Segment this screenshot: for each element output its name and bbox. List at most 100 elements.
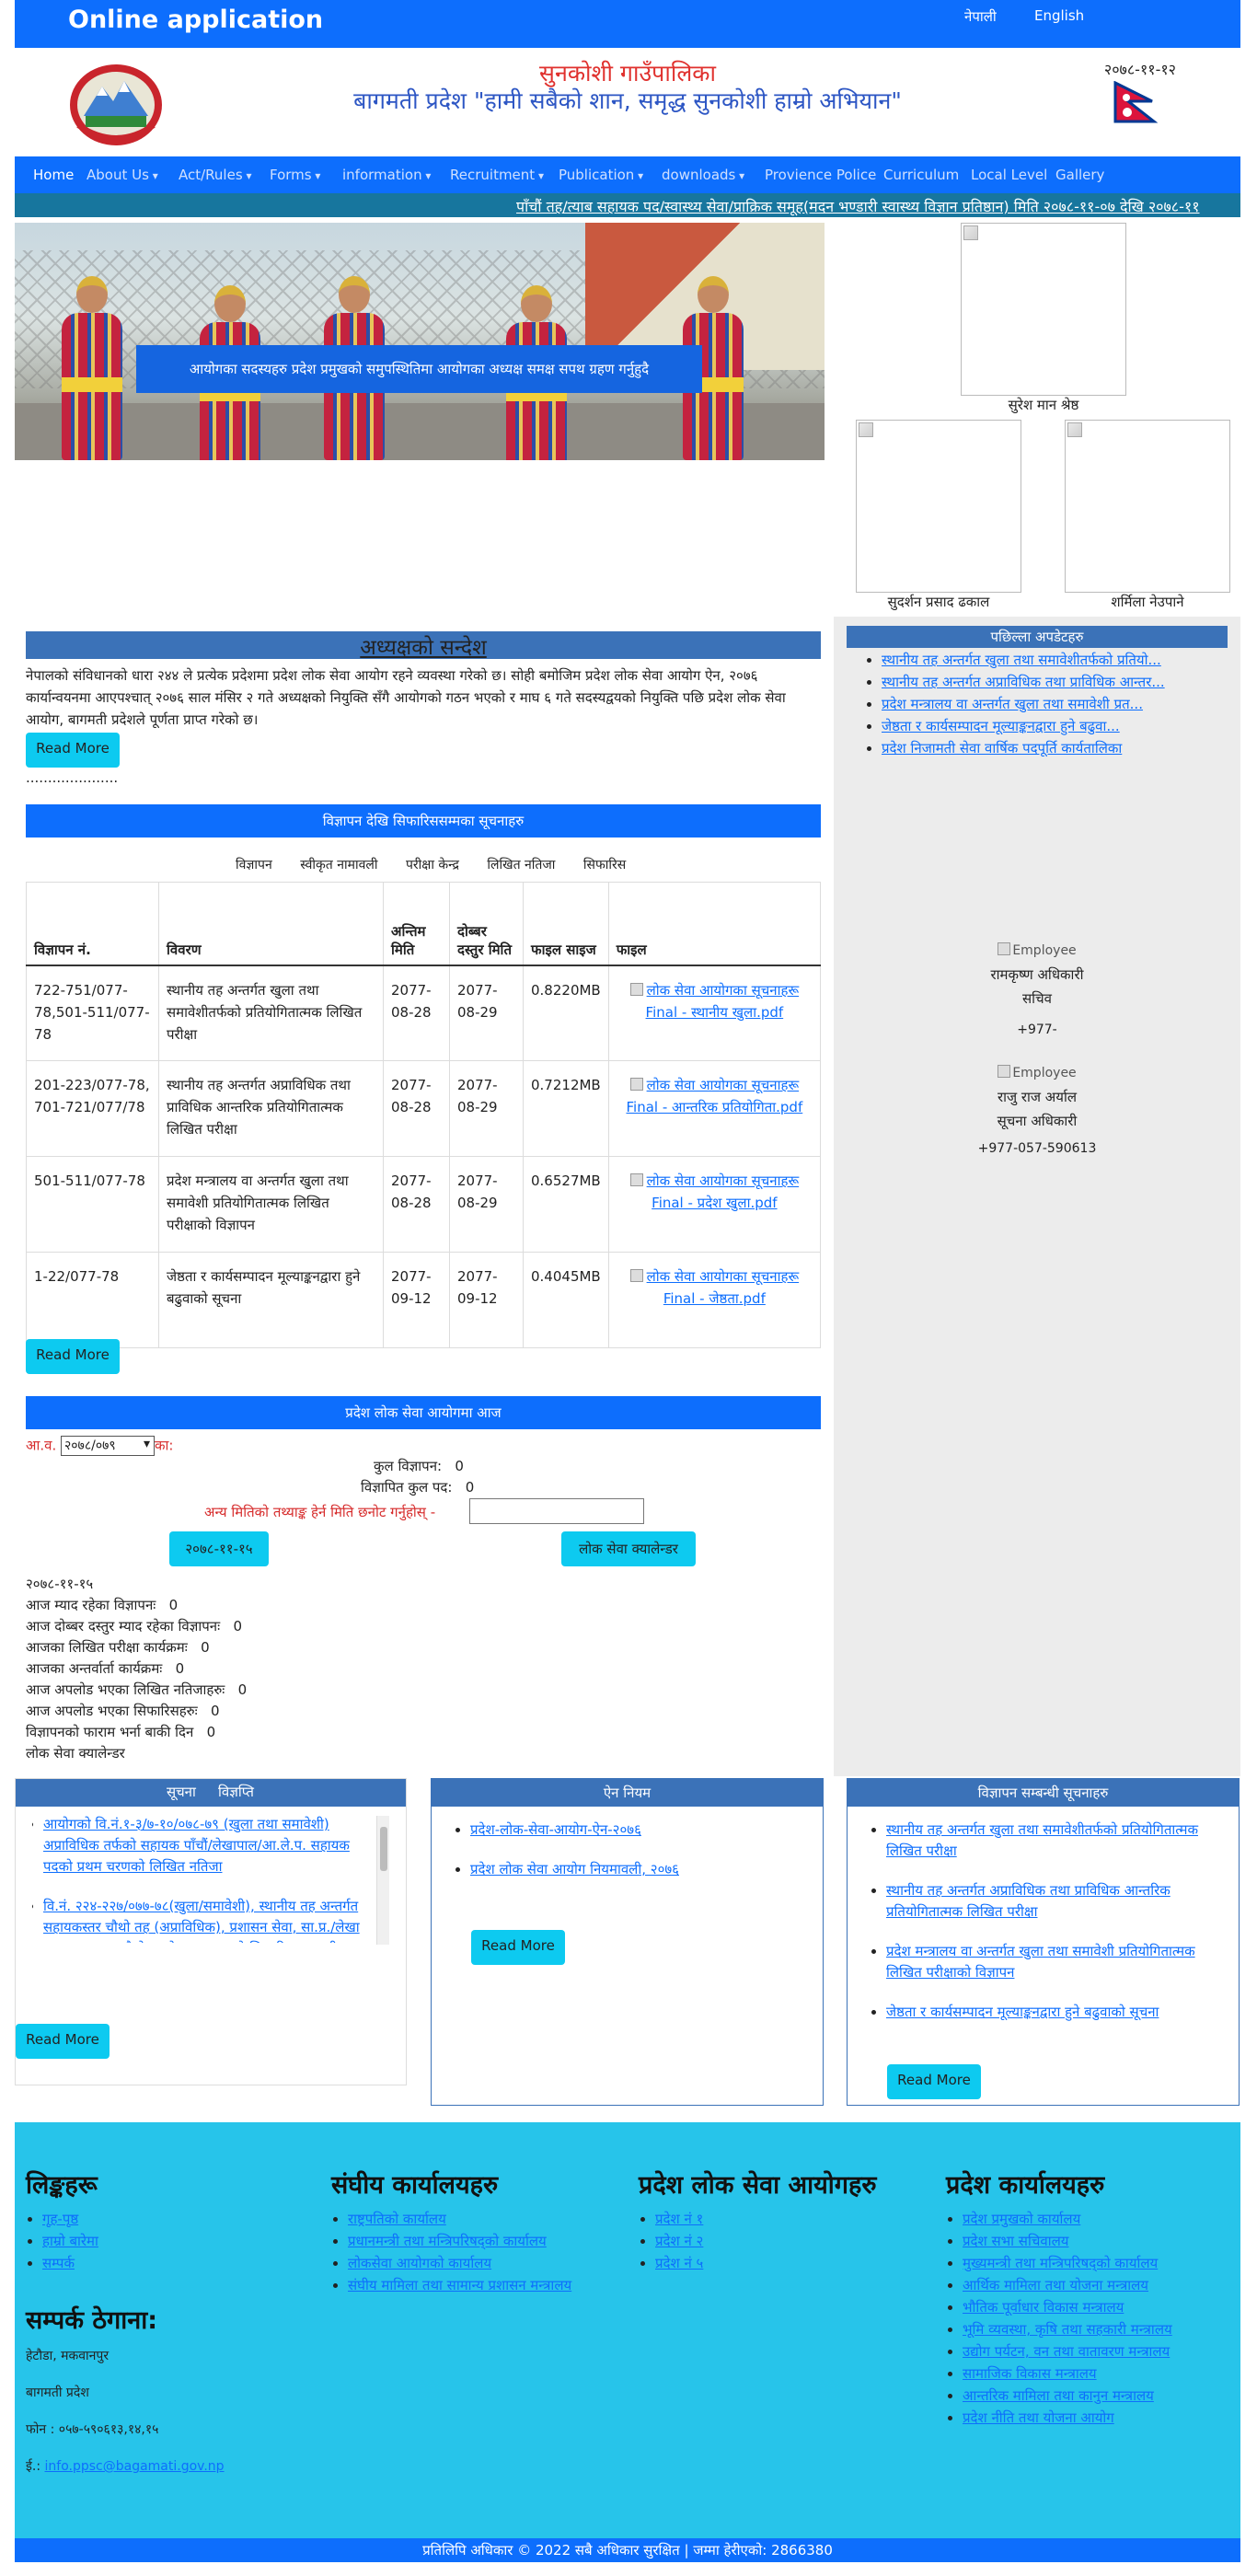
date-picker-input[interactable] bbox=[469, 1498, 644, 1524]
footer-email-link[interactable]: info.ppsc@bagamati.gov.np bbox=[45, 2459, 225, 2474]
footer-link[interactable]: प्रधानमन्त्री तथा मन्त्रिपरिषद्को कार्या… bbox=[348, 2233, 547, 2249]
nav-forms[interactable]: Forms bbox=[270, 167, 320, 183]
tab-recommendation[interactable]: सिफारिस bbox=[583, 858, 626, 872]
pdf-link[interactable]: लोक सेवा आयोगका सूचनाहरू Final - जेष्ठता… bbox=[630, 1268, 800, 1307]
law-link[interactable]: प्रदेश-लोक-सेवा-आयोग-ऐन-२०७६ bbox=[470, 1821, 641, 1838]
footer-link[interactable]: प्रदेश प्रमुखको कार्यालय bbox=[963, 2211, 1080, 2227]
footer-province: बागमती प्रदेश bbox=[26, 2385, 89, 2400]
law-list: प्रदेश-लोक-सेवा-आयोग-ऐन-२०७६ प्रदेश लोक … bbox=[470, 1819, 811, 1899]
nav-home[interactable]: Home bbox=[33, 167, 74, 183]
footer-link[interactable]: प्रदेश नीति तथा योजना आयोग bbox=[963, 2409, 1114, 2426]
stat-label: आज अपलोड भएका सिफारिसहरुः bbox=[26, 1703, 198, 1719]
footer-link[interactable]: हाम्रो बारेमा bbox=[42, 2233, 98, 2249]
pdf-link[interactable]: लोक सेवा आयोगका सूचनाहरू Final - स्थानीय… bbox=[630, 982, 800, 1021]
fiscal-year-value: २०७८/०७९ bbox=[64, 1438, 116, 1453]
update-link[interactable]: जेष्ठता र कार्यसम्पादन मूल्याङ्कनद्वारा … bbox=[882, 718, 1120, 734]
news-ticker-link[interactable]: पाँचौं तह/त्याब सहायक पद/स्वास्थ्य सेवा/… bbox=[516, 196, 1200, 216]
employee-phone: +977- bbox=[1017, 1022, 1057, 1037]
table-row: 501-511/077-78 प्रदेश मन्त्रालय वा अन्तर… bbox=[26, 1156, 822, 1253]
ads-read-more-button[interactable]: Read More bbox=[26, 1339, 120, 1374]
fy-prefix: आ.व. bbox=[26, 1437, 57, 1454]
footer-link[interactable]: प्रदेश सभा सचिवालय bbox=[963, 2233, 1068, 2249]
table-header-row: विज्ञापन नं. विवरण अन्तिम मिति दोब्बर दस… bbox=[26, 882, 822, 966]
tab-advertisement[interactable]: विज्ञापन bbox=[236, 858, 272, 872]
footer-link[interactable]: उद्योग पर्यटन, वन तथा वातावरण मन्त्रालय bbox=[963, 2343, 1170, 2360]
update-link[interactable]: प्रदेश मन्त्रालय वा अन्तर्गत खुला तथा सम… bbox=[882, 696, 1143, 712]
nav-publication[interactable]: Publication bbox=[559, 167, 643, 183]
ad-notice-link[interactable]: स्थानीय तह अन्तर्गत खुला तथा समावेशीतर्फ… bbox=[886, 1821, 1198, 1859]
stat-row: आजका अन्तर्वार्ता कार्यक्रमः 0 bbox=[26, 1658, 247, 1680]
top-bar: Online application नेपाली English bbox=[15, 0, 1240, 48]
lang-nepali-link[interactable]: नेपाली bbox=[964, 7, 997, 26]
footer-link[interactable]: राष्ट्रपतिको कार्यालय bbox=[348, 2211, 446, 2227]
footer-link[interactable]: लोकसेवा आयोगको कार्यालय bbox=[348, 2255, 491, 2271]
tab-exam-center[interactable]: परीक्षा केन्द्र bbox=[406, 858, 459, 872]
table-row: 201-223/077-78, 701-721/077/78 स्थानीय त… bbox=[26, 1060, 822, 1157]
ad-description: स्थानीय तह अन्तर्गत अप्राविधिक तथा प्राव… bbox=[158, 1060, 384, 1157]
notice-scrollbar[interactable] bbox=[376, 1816, 389, 1945]
pdf-link[interactable]: लोक सेवा आयोगका सूचनाहरू Final - प्रदेश … bbox=[630, 1172, 800, 1211]
nav-local-level[interactable]: Local Level bbox=[971, 167, 1047, 183]
message-read-more-button[interactable]: Read More bbox=[26, 733, 120, 768]
banner-slider[interactable]: आयोगका सदस्यहरु प्रदेश प्रमुखको समुपस्थि… bbox=[15, 223, 825, 460]
tab-press-release[interactable]: विज्ञप्ति bbox=[218, 1783, 254, 1801]
footer-links-title: लिङ्कहरू bbox=[26, 2171, 98, 2200]
fiscal-year-select[interactable]: २०७८/०७९ ▾ bbox=[61, 1436, 155, 1456]
stat-value: 0 bbox=[175, 1660, 185, 1677]
footer-link[interactable]: मुख्यमन्त्री तथा मन्त्रिपरिषद्को कार्याल… bbox=[963, 2255, 1158, 2271]
footer-link[interactable]: सामाजिक विकास मन्त्रालय bbox=[963, 2365, 1097, 2382]
brand-link[interactable]: Online application bbox=[68, 6, 323, 34]
footer-email-row: ई.: info.ppsc@bagamati.gov.np bbox=[26, 2448, 302, 2485]
col-double-fee-date: दोब्बर दस्तुर मिति bbox=[449, 882, 524, 966]
update-link[interactable]: स्थानीय तह अन्तर्गत खुला तथा समावेशीतर्फ… bbox=[882, 652, 1161, 668]
nav-information[interactable]: information bbox=[342, 167, 431, 183]
footer-link[interactable]: गृह-पृष्ठ bbox=[42, 2211, 78, 2227]
law-panel-title: ऐन नियम bbox=[432, 1779, 823, 1807]
ad-file-size: 0.8220MB bbox=[523, 965, 609, 1061]
law-read-more-button[interactable]: Read More bbox=[471, 1930, 565, 1965]
footer-link[interactable]: भौतिक पूर्वाधार विकास मन्त्रालय bbox=[963, 2299, 1124, 2316]
ad-last-date: 2077-09-12 bbox=[383, 1252, 450, 1348]
footer-link[interactable]: प्रदेश नं २ bbox=[655, 2233, 703, 2249]
pdf-link[interactable]: लोक सेवा आयोगका सूचनाहरू Final - आन्तरिक… bbox=[626, 1077, 802, 1115]
tab-written-result[interactable]: लिखित नतिजा bbox=[487, 858, 555, 872]
footer-psc-col: प्रदेश लोक सेवा आयोगहरु प्रदेश नं १ प्रद… bbox=[639, 2166, 876, 2274]
footer-psc-title: प्रदेश लोक सेवा आयोगहरु bbox=[639, 2171, 877, 2200]
update-link[interactable]: प्रदेश निजामती सेवा वार्षिक पदपूर्ति कार… bbox=[882, 740, 1122, 757]
total-ads-row: कुल विज्ञापन: 0 bbox=[374, 1457, 464, 1475]
stat-value: 0 bbox=[201, 1639, 210, 1656]
footer-link[interactable]: संघीय मामिला तथा सामान्य प्रशासन मन्त्रा… bbox=[348, 2277, 571, 2293]
law-link[interactable]: प्रदेश लोक सेवा आयोग नियमावली, २०७६ bbox=[470, 1861, 679, 1877]
nav-about[interactable]: About Us bbox=[86, 167, 158, 183]
ad-notice-link[interactable]: जेष्ठता र कार्यसम्पादन मूल्याङ्कनद्वारा … bbox=[886, 2004, 1159, 2020]
lang-english-link[interactable]: English bbox=[1034, 7, 1084, 24]
nav-gallery[interactable]: Gallery bbox=[1055, 167, 1104, 183]
footer-link[interactable]: आन्तरिक मामिला तथा कानुन मन्त्रालय bbox=[963, 2387, 1154, 2404]
update-link[interactable]: स्थानीय तह अन्तर्गत अप्राविधिक तथा प्राव… bbox=[882, 674, 1165, 690]
footer-link[interactable]: प्रदेश नं ५ bbox=[655, 2255, 703, 2271]
nav-recruitment[interactable]: Recruitment bbox=[450, 167, 544, 183]
footer-link[interactable]: प्रदेश नं १ bbox=[655, 2211, 703, 2227]
ad-notice-link[interactable]: स्थानीय तह अन्तर्गत अप्राविधिक तथा प्राव… bbox=[886, 1882, 1171, 1920]
nav-downloads[interactable]: downloads bbox=[662, 167, 744, 183]
employee-card: Employee रामकृष्ण अधिकारी सचिव +977- bbox=[834, 939, 1240, 1042]
notice-link[interactable]: वि.नं. २२४-२२७/०७७-७८(खुला/समावेशी), स्थ… bbox=[43, 1898, 371, 1943]
date-button[interactable]: २०७८-११-१५ bbox=[169, 1531, 269, 1566]
tab-approved-list[interactable]: स्वीकृत नामावली bbox=[300, 858, 377, 872]
fiscal-year-row: आ.व. २०७८/०७९ ▾ का: bbox=[26, 1436, 173, 1456]
footer-address: हेटौडा, मकवानपुर bbox=[26, 2349, 110, 2363]
nav-province-police[interactable]: Provience Police bbox=[765, 167, 876, 183]
ad-notice-link[interactable]: प्रदेश मन्त्रालय वा अन्तर्गत खुला तथा सम… bbox=[886, 1943, 1195, 1981]
footer-link[interactable]: सम्पर्क bbox=[42, 2255, 75, 2271]
notice-read-more-button[interactable]: Read More bbox=[16, 2024, 110, 2059]
ad-notice-read-more-button[interactable]: Read More bbox=[887, 2064, 981, 2099]
nav-curriculum[interactable]: Curriculum bbox=[883, 167, 959, 183]
footer-link[interactable]: भूमि व्यवस्था, कृषि तथा सहकारी मन्त्रालय bbox=[963, 2321, 1172, 2338]
calendar-button[interactable]: लोक सेवा क्यालेन्डर bbox=[561, 1531, 696, 1566]
nav-act-rules[interactable]: Act/Rules bbox=[179, 167, 252, 183]
calendar-line[interactable]: लोक सेवा क्यालेन्डर bbox=[26, 1743, 247, 1764]
tab-notice[interactable]: सूचना bbox=[167, 1783, 196, 1801]
notice-link[interactable]: आयोगको वि.नं.१-३/७-१०/०७८-७९ (खुला तथा स… bbox=[43, 1816, 350, 1875]
footer-link[interactable]: आर्थिक मामिला तथा योजना मन्त्रालय bbox=[963, 2277, 1148, 2293]
stat-value: 0 bbox=[210, 1703, 220, 1719]
